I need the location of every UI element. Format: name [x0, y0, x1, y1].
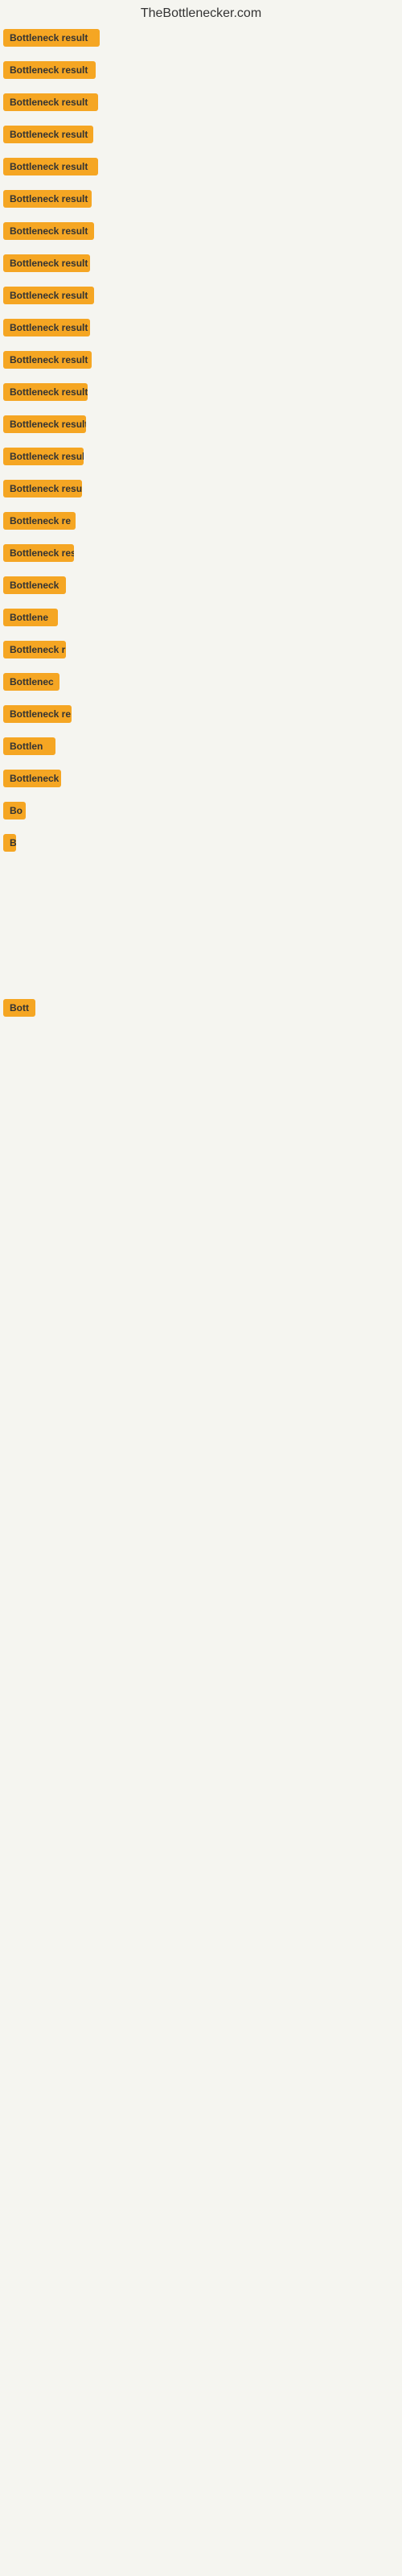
bottleneck-row-23[interactable]: Bottlen [0, 733, 402, 765]
bottleneck-badge-15[interactable]: Bottleneck result [3, 480, 82, 497]
bottleneck-row-6[interactable]: Bottleneck result [0, 185, 402, 217]
bottleneck-badge-1[interactable]: Bottleneck result [3, 29, 100, 47]
empty-row-extra-2 [0, 1336, 402, 1381]
bottleneck-row-26[interactable]: B [0, 829, 402, 861]
bottleneck-row-8[interactable]: Bottleneck result [0, 250, 402, 282]
bottleneck-badge-7[interactable]: Bottleneck result [3, 222, 94, 240]
site-title: TheBottlenecker.com [0, 0, 402, 24]
bottleneck-badge-6[interactable]: Bottleneck result [3, 190, 92, 208]
bottleneck-badge-25[interactable]: Bo [3, 802, 26, 819]
bottleneck-row-16[interactable]: Bottleneck re [0, 507, 402, 539]
bottleneck-row-10[interactable]: Bottleneck result [0, 314, 402, 346]
bottleneck-row-35[interactable] [0, 1203, 402, 1248]
bottleneck-row-19[interactable]: Bottlene [0, 604, 402, 636]
bottleneck-row-4[interactable]: Bottleneck result [0, 121, 402, 153]
bottleneck-badge-13[interactable]: Bottleneck result [3, 415, 86, 433]
bottleneck-badge-26[interactable]: B [3, 834, 16, 852]
bottleneck-badge-23[interactable]: Bottlen [3, 737, 55, 755]
bottleneck-row-31[interactable] [0, 1026, 402, 1071]
bottleneck-badge-9[interactable]: Bottleneck result [3, 287, 94, 304]
bottleneck-badge-8[interactable]: Bottleneck result [3, 254, 90, 272]
bottleneck-row-3[interactable]: Bottleneck result [0, 89, 402, 121]
bottleneck-row-9[interactable]: Bottleneck result [0, 282, 402, 314]
bottleneck-badge-4[interactable]: Bottleneck result [3, 126, 93, 143]
bottleneck-row-5[interactable]: Bottleneck result [0, 153, 402, 185]
bottleneck-badge-19[interactable]: Bottlene [3, 609, 58, 626]
rows-container: Bottleneck result Bottleneck result Bottle… [0, 24, 402, 1602]
bottleneck-badge-16[interactable]: Bottleneck re [3, 512, 76, 530]
bottleneck-row-22[interactable]: Bottleneck re [0, 700, 402, 733]
bottleneck-badge-21[interactable]: Bottlenec [3, 673, 59, 691]
bottleneck-row-2[interactable]: Bottleneck result [0, 56, 402, 89]
bottleneck-row-7[interactable]: Bottleneck result [0, 217, 402, 250]
bottleneck-row-1[interactable]: Bottleneck result [0, 24, 402, 56]
bottleneck-row-34[interactable] [0, 1159, 402, 1203]
bottleneck-badge-3[interactable]: Bottleneck result [3, 93, 98, 111]
empty-row-extra-3 [0, 1381, 402, 1425]
bottleneck-row-24[interactable]: Bottleneck [0, 765, 402, 797]
bottleneck-row-32[interactable] [0, 1071, 402, 1115]
empty-row-extra-5 [0, 1469, 402, 1513]
bottleneck-row-11[interactable]: Bottleneck result [0, 346, 402, 378]
bottleneck-row-17[interactable]: Bottleneck resu [0, 539, 402, 572]
bottleneck-badge-18[interactable]: Bottleneck [3, 576, 66, 594]
bottleneck-badge-14[interactable]: Bottleneck result [3, 448, 84, 465]
bottleneck-row-25[interactable]: Bo [0, 797, 402, 829]
bottleneck-row-30[interactable]: Bott [0, 994, 402, 1026]
empty-row-extra-4 [0, 1425, 402, 1469]
bottleneck-badge-20[interactable]: Bottleneck r [3, 641, 66, 658]
empty-row-extra-1 [0, 1292, 402, 1336]
bottleneck-badge-12[interactable]: Bottleneck result [3, 383, 88, 401]
bottleneck-badge-30[interactable]: Bott [3, 999, 35, 1017]
empty-row-extra-6 [0, 1513, 402, 1558]
bottleneck-badge-11[interactable]: Bottleneck result [3, 351, 92, 369]
bottleneck-row-18[interactable]: Bottleneck [0, 572, 402, 604]
bottleneck-row-21[interactable]: Bottlenec [0, 668, 402, 700]
bottleneck-row-29[interactable] [0, 950, 402, 994]
bottleneck-row-28[interactable] [0, 906, 402, 950]
bottleneck-row-15[interactable]: Bottleneck result [0, 475, 402, 507]
bottleneck-badge-24[interactable]: Bottleneck [3, 770, 61, 787]
bottleneck-badge-2[interactable]: Bottleneck result [3, 61, 96, 79]
bottleneck-row-27[interactable] [0, 861, 402, 906]
bottleneck-badge-5[interactable]: Bottleneck result [3, 158, 98, 175]
empty-row-extra-7 [0, 1558, 402, 1602]
bottleneck-row-14[interactable]: Bottleneck result [0, 443, 402, 475]
bottleneck-badge-10[interactable]: Bottleneck result [3, 319, 90, 336]
bottleneck-row-13[interactable]: Bottleneck result [0, 411, 402, 443]
bottleneck-row-33[interactable] [0, 1115, 402, 1159]
bottleneck-row-20[interactable]: Bottleneck r [0, 636, 402, 668]
bottleneck-row-12[interactable]: Bottleneck result [0, 378, 402, 411]
bottleneck-badge-22[interactable]: Bottleneck re [3, 705, 72, 723]
bottleneck-badge-17[interactable]: Bottleneck resu [3, 544, 74, 562]
empty-row-extra-0 [0, 1248, 402, 1292]
